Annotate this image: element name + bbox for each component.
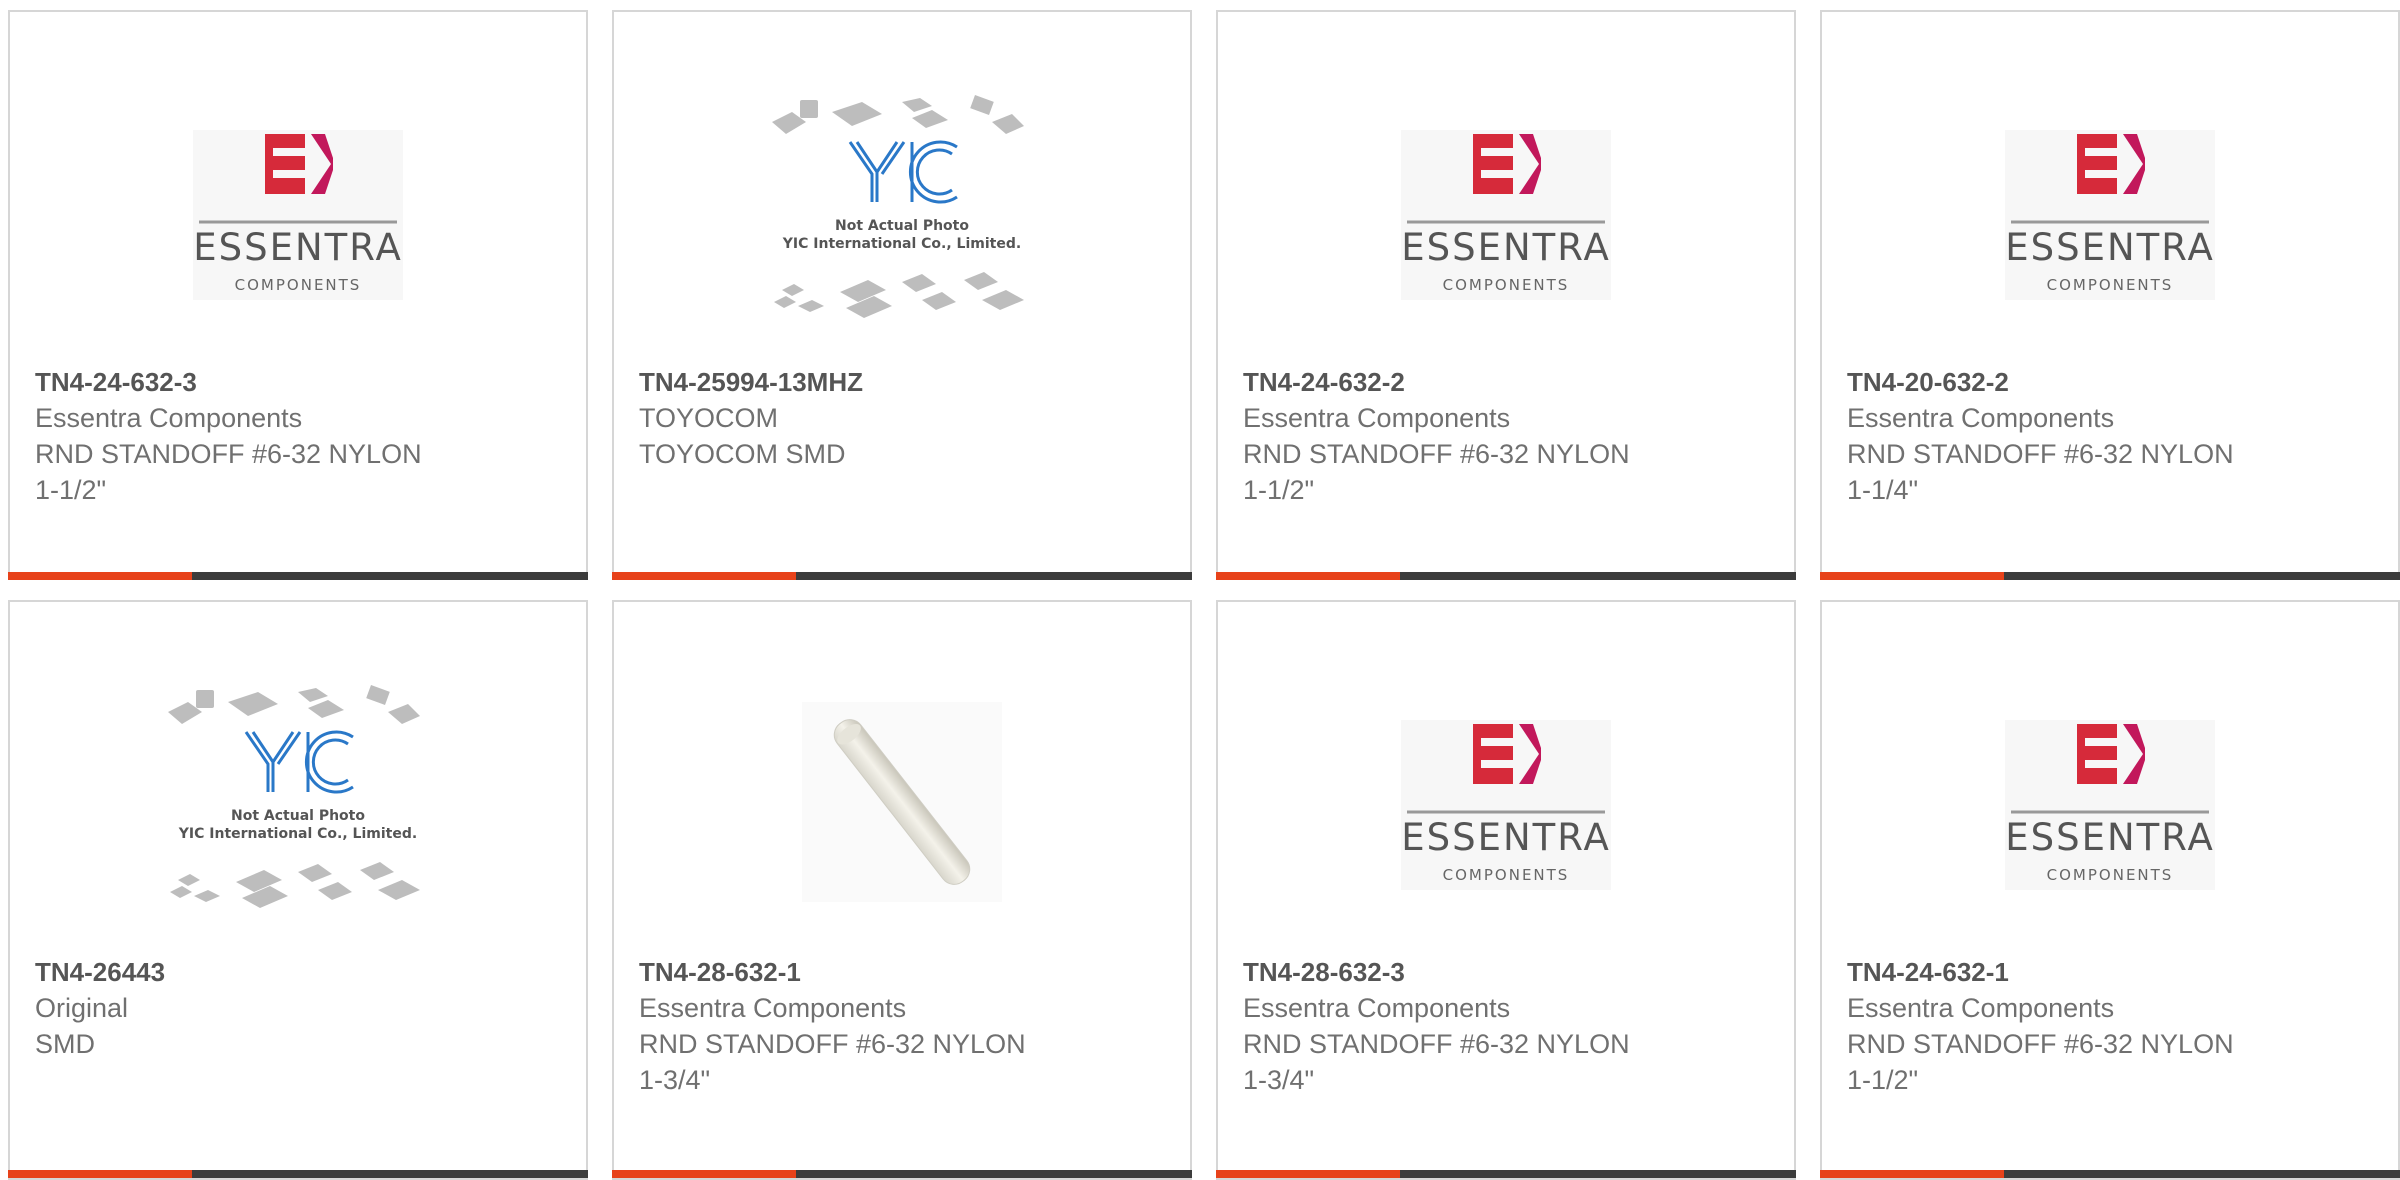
product-card[interactable]: ESSENTRA COMPONENTS TN4-20-632-2 Essentr… (1820, 10, 2400, 580)
description-size: 1-3/4" (1243, 1065, 1315, 1095)
description: RND STANDOFF #6-32 NYLON (35, 439, 422, 469)
svg-text:ESSENTRA: ESSENTRA (2005, 816, 2215, 859)
card-accent (8, 572, 192, 580)
product-info: TN4-24-632-1 Essentra Components RND STA… (1847, 954, 2378, 1098)
standoff-photo-icon (792, 692, 1012, 917)
product-image: ESSENTRA COMPONENTS (1218, 72, 1794, 357)
essentra-logo-icon: ESSENTRA COMPONENTS (2005, 719, 2215, 890)
card-bottom-bar (1216, 572, 1796, 580)
card-bottom-bar (1820, 572, 2400, 580)
card-accent (1820, 572, 2004, 580)
manufacturer: TOYOCOM (639, 403, 779, 433)
svg-text:COMPONENTS: COMPONENTS (2047, 276, 2174, 294)
card-accent (1216, 572, 1400, 580)
part-number[interactable]: TN4-28-632-3 (1243, 954, 1774, 990)
svg-text:Not Actual Photo: Not Actual Photo (231, 808, 365, 824)
manufacturer: Essentra Components (1243, 993, 1511, 1023)
svg-text:YIC International Co., Limited: YIC International Co., Limited. (782, 236, 1021, 252)
product-card[interactable]: TN4-28-632-1 Essentra Components RND STA… (612, 600, 1192, 1180)
product-info: TN4-24-632-3 Essentra Components RND STA… (35, 364, 566, 508)
description: TOYOCOM SMD (639, 439, 846, 469)
product-image: Not Actual Photo YIC International Co., … (10, 662, 586, 947)
card-accent (8, 1170, 192, 1178)
product-info: TN4-28-632-3 Essentra Components RND STA… (1243, 954, 1774, 1098)
card-bottom-bar (1820, 1170, 2400, 1178)
card-bottom-bar (8, 572, 588, 580)
card-bottom-bar (1216, 1170, 1796, 1178)
svg-text:COMPONENTS: COMPONENTS (235, 276, 362, 294)
description: RND STANDOFF #6-32 NYLON (639, 1029, 1026, 1059)
essentra-logo-icon: ESSENTRA COMPONENTS (1401, 719, 1611, 890)
card-bottom-bar (612, 572, 1192, 580)
svg-text:YIC International Co., Limited: YIC International Co., Limited. (178, 826, 417, 842)
product-image: ESSENTRA COMPONENTS (1822, 72, 2398, 357)
manufacturer: Essentra Components (639, 993, 907, 1023)
description-size: 1-3/4" (639, 1065, 711, 1095)
description: RND STANDOFF #6-32 NYLON (1847, 439, 2234, 469)
card-accent (1216, 1170, 1400, 1178)
product-image: ESSENTRA COMPONENTS (10, 72, 586, 357)
description-size: 1-1/2" (1847, 1065, 1919, 1095)
yic-not-actual-photo-icon: Not Actual Photo YIC International Co., … (762, 92, 1042, 337)
product-info: TN4-24-632-2 Essentra Components RND STA… (1243, 364, 1774, 508)
product-card[interactable]: ESSENTRA COMPONENTS TN4-24-632-1 Essentr… (1820, 600, 2400, 1180)
manufacturer: Essentra Components (35, 403, 303, 433)
part-number[interactable]: TN4-24-632-3 (35, 364, 566, 400)
product-info: TN4-28-632-1 Essentra Components RND STA… (639, 954, 1170, 1098)
product-card[interactable]: ESSENTRA COMPONENTS TN4-28-632-3 Essentr… (1216, 600, 1796, 1180)
product-grid: ESSENTRA COMPONENTS TN4-24-632-3 Essentr… (0, 0, 2400, 1180)
description: RND STANDOFF #6-32 NYLON (1243, 1029, 1630, 1059)
card-accent (1820, 1170, 2004, 1178)
svg-text:ESSENTRA: ESSENTRA (1401, 816, 1611, 859)
svg-text:ESSENTRA: ESSENTRA (1401, 226, 1611, 269)
product-info: TN4-20-632-2 Essentra Components RND STA… (1847, 364, 2378, 508)
card-accent (612, 572, 796, 580)
essentra-logo-icon: ESSENTRA COMPONENTS (2005, 129, 2215, 300)
essentra-logo-icon: ESSENTRA COMPONENTS (193, 129, 403, 300)
manufacturer: Original (35, 993, 129, 1023)
product-image: ESSENTRA COMPONENTS (1218, 662, 1794, 947)
product-card[interactable]: Not Actual Photo YIC International Co., … (8, 600, 588, 1180)
svg-text:COMPONENTS: COMPONENTS (2047, 866, 2174, 884)
part-number[interactable]: TN4-24-632-1 (1847, 954, 2378, 990)
part-number[interactable]: TN4-24-632-2 (1243, 364, 1774, 400)
description: RND STANDOFF #6-32 NYLON (1847, 1029, 2234, 1059)
part-number[interactable]: TN4-26443 (35, 954, 566, 990)
svg-text:COMPONENTS: COMPONENTS (1443, 866, 1570, 884)
description-size: 1-1/2" (1243, 475, 1315, 505)
product-info: TN4-25994-13MHZ TOYOCOM TOYOCOM SMD (639, 364, 1170, 472)
description: RND STANDOFF #6-32 NYLON (1243, 439, 1630, 469)
product-card[interactable]: ESSENTRA COMPONENTS TN4-24-632-3 Essentr… (8, 10, 588, 580)
part-number[interactable]: TN4-25994-13MHZ (639, 364, 1170, 400)
description-size: 1-1/4" (1847, 475, 1919, 505)
manufacturer: Essentra Components (1847, 403, 2115, 433)
svg-text:Not Actual Photo: Not Actual Photo (835, 218, 969, 234)
product-image: Not Actual Photo YIC International Co., … (614, 72, 1190, 357)
card-bottom-bar (8, 1170, 588, 1178)
part-number[interactable]: TN4-28-632-1 (639, 954, 1170, 990)
description-size: 1-1/2" (35, 475, 107, 505)
product-image: ESSENTRA COMPONENTS (1822, 662, 2398, 947)
manufacturer: Essentra Components (1847, 993, 2115, 1023)
product-info: TN4-26443 Original SMD (35, 954, 566, 1062)
product-card[interactable]: Not Actual Photo YIC International Co., … (612, 10, 1192, 580)
svg-text:ESSENTRA: ESSENTRA (193, 226, 403, 269)
product-card[interactable]: ESSENTRA COMPONENTS TN4-24-632-2 Essentr… (1216, 10, 1796, 580)
svg-text:ESSENTRA: ESSENTRA (2005, 226, 2215, 269)
yic-not-actual-photo-icon: Not Actual Photo YIC International Co., … (158, 682, 438, 927)
description: SMD (35, 1029, 95, 1059)
card-bottom-bar (612, 1170, 1192, 1178)
card-accent (612, 1170, 796, 1178)
essentra-logo-icon: ESSENTRA COMPONENTS (1401, 129, 1611, 300)
manufacturer: Essentra Components (1243, 403, 1511, 433)
part-number[interactable]: TN4-20-632-2 (1847, 364, 2378, 400)
svg-text:COMPONENTS: COMPONENTS (1443, 276, 1570, 294)
product-image (614, 662, 1190, 947)
